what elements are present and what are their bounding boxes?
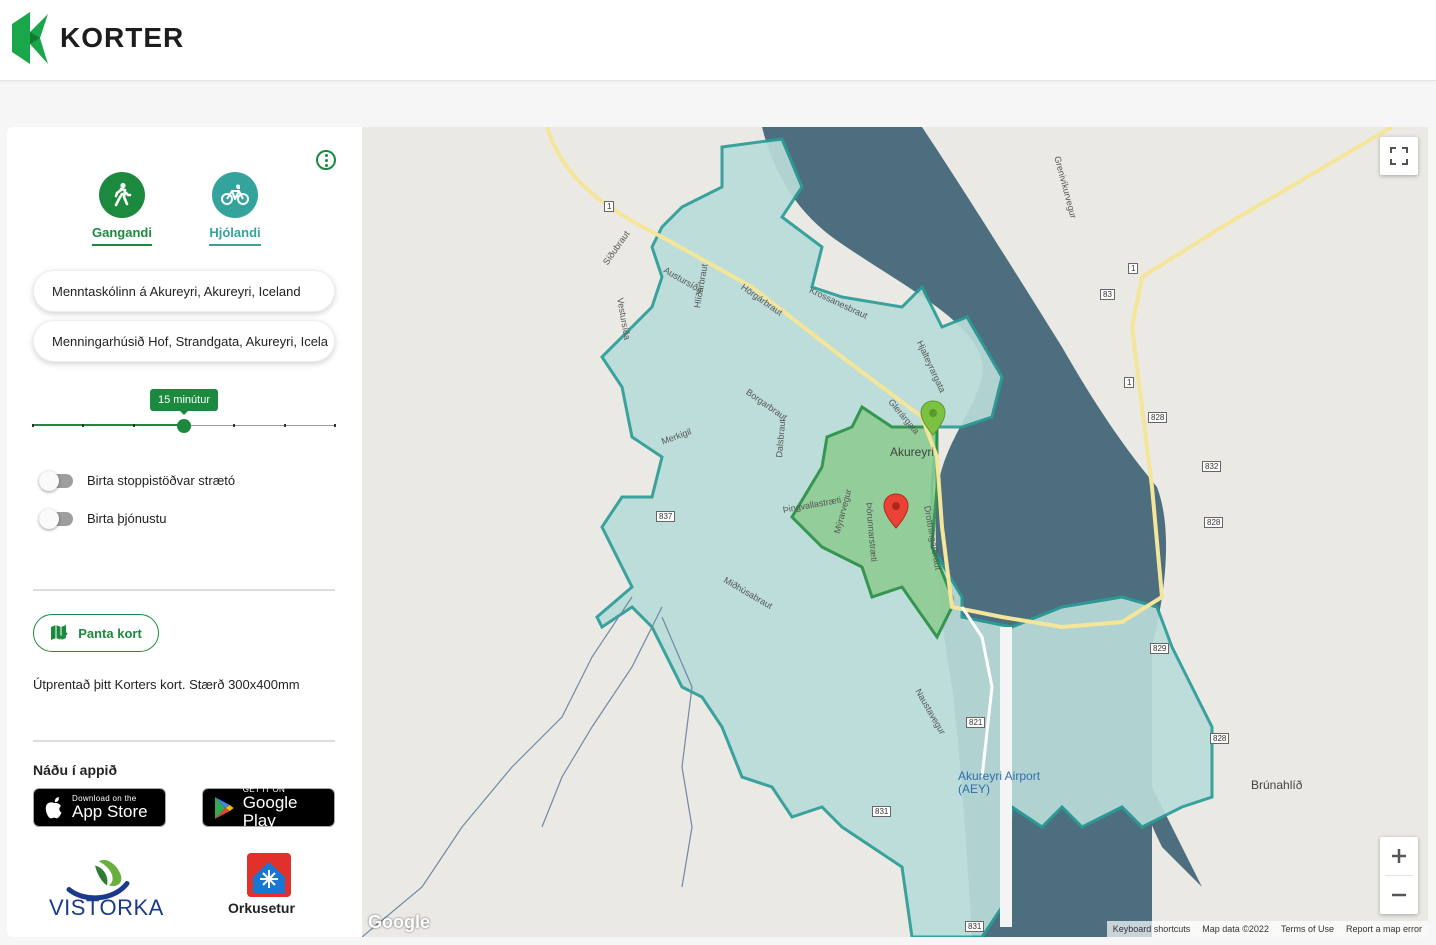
app-section-title: Náðu í appið — [33, 762, 117, 778]
destination-input[interactable]: Menningarhúsið Hof, Strandgata, Akureyri… — [33, 320, 335, 362]
route-shield: 821 — [966, 717, 986, 728]
fullscreen-icon — [1390, 147, 1408, 165]
toggle-bus-stops-row: Birta stoppistöðvar strætó — [39, 470, 236, 491]
route-shield: 828 — [1210, 733, 1230, 744]
airport-label: Akureyri Airport (AEY) — [958, 769, 1041, 796]
toggle-services[interactable] — [39, 508, 73, 529]
slider-fill — [33, 424, 184, 426]
vistorka-name: VISTORKA — [49, 895, 164, 920]
route-shield: 829 — [1150, 643, 1170, 654]
village-label: Brúnahlíð — [1251, 778, 1303, 792]
origin-input[interactable]: Menntaskólinn á Akureyri, Akureyri, Icel… — [33, 270, 335, 312]
route-shield: 828 — [1148, 412, 1168, 423]
origin-marker-icon[interactable] — [920, 400, 946, 436]
toggle-bus-stops-label: Birta stoppistöðvar strætó — [87, 473, 236, 488]
map-view[interactable]: Akureyri Akureyri Airport (AEY) Brúnahlí… — [362, 127, 1428, 937]
route-shield: 831 — [872, 806, 892, 817]
route-shield: 828 — [1204, 517, 1224, 528]
route-shield: 1 — [1128, 263, 1139, 274]
mode-cycling-label: Hjólandi — [209, 225, 261, 246]
route-shield: 831 — [965, 921, 985, 932]
top-bar: KORTER — [0, 0, 1436, 81]
slider-value-label: 15 minútur — [150, 389, 218, 415]
print-description: Útprentað þitt Korters kort. Stærð 300x4… — [33, 677, 300, 692]
map-data-text: Map data ©2022 — [1202, 924, 1269, 934]
keyboard-shortcuts-link[interactable]: Keyboard shortcuts — [1113, 924, 1191, 934]
slider-tick — [132, 424, 135, 427]
plus-icon — [1392, 849, 1406, 863]
slider-tick — [334, 424, 336, 427]
more-options-icon[interactable] — [316, 150, 336, 170]
google-watermark: Google — [368, 912, 430, 932]
google-play-button[interactable]: GET IT ON Google Play — [202, 785, 335, 830]
mode-cycling[interactable]: Hjólandi — [195, 172, 275, 246]
zoom-control — [1380, 837, 1418, 914]
map-icon — [51, 625, 68, 640]
divider — [33, 589, 335, 591]
orkusetur-name: Orkusetur — [228, 900, 295, 916]
app-store-big: App Store — [72, 802, 148, 821]
route-shield: 83 — [1100, 289, 1115, 300]
route-shield: 832 — [1202, 461, 1222, 472]
app-store-button[interactable]: Download on the App Store — [33, 788, 166, 827]
bicycle-icon — [212, 172, 258, 218]
route-shield: 1 — [1124, 377, 1135, 388]
zoom-in-button[interactable] — [1380, 837, 1418, 875]
toggle-services-row: Birta þjónustu — [39, 508, 167, 529]
divider — [33, 740, 335, 742]
slider-tick — [82, 424, 85, 427]
order-map-button[interactable]: Panta kort — [33, 614, 159, 652]
zoom-out-button[interactable] — [1380, 876, 1418, 914]
minus-icon — [1392, 893, 1406, 897]
orkusetur-logo-icon — [247, 853, 291, 897]
route-shield: 837 — [656, 511, 676, 522]
google-play-big: Google Play — [242, 793, 298, 830]
map-attribution: Keyboard shortcuts Map data ©2022 Terms … — [1106, 921, 1428, 937]
report-error-link[interactable]: Report a map error — [1346, 924, 1422, 934]
slider-tick — [32, 424, 34, 427]
map-canvas — [362, 127, 1428, 937]
mode-walking-label: Gangandi — [92, 225, 152, 246]
destination-marker-icon[interactable] — [883, 493, 909, 529]
brand-name: KORTER — [60, 22, 185, 53]
slider-tick — [283, 424, 286, 427]
time-slider[interactable]: 15 minútur — [32, 389, 336, 439]
order-map-label: Panta kort — [78, 625, 142, 641]
apple-icon — [45, 796, 62, 818]
slider-tick — [233, 424, 236, 427]
slider-handle[interactable] — [177, 419, 191, 433]
mode-walking[interactable]: Gangandi — [82, 172, 162, 246]
city-label: Akureyri — [890, 445, 935, 459]
google-play-icon — [214, 796, 234, 819]
korter-logo[interactable]: KORTER — [10, 10, 184, 66]
fullscreen-button[interactable] — [1380, 137, 1418, 175]
walking-icon — [99, 172, 145, 218]
terms-link[interactable]: Terms of Use — [1281, 924, 1334, 934]
side-panel: Gangandi Hjólandi Menntaskólinn á Akurey… — [7, 127, 362, 937]
toggle-services-label: Birta þjónustu — [87, 511, 167, 526]
korter-k-icon — [12, 12, 48, 64]
toggle-bus-stops[interactable] — [39, 470, 73, 491]
route-shield: 1 — [604, 201, 615, 212]
